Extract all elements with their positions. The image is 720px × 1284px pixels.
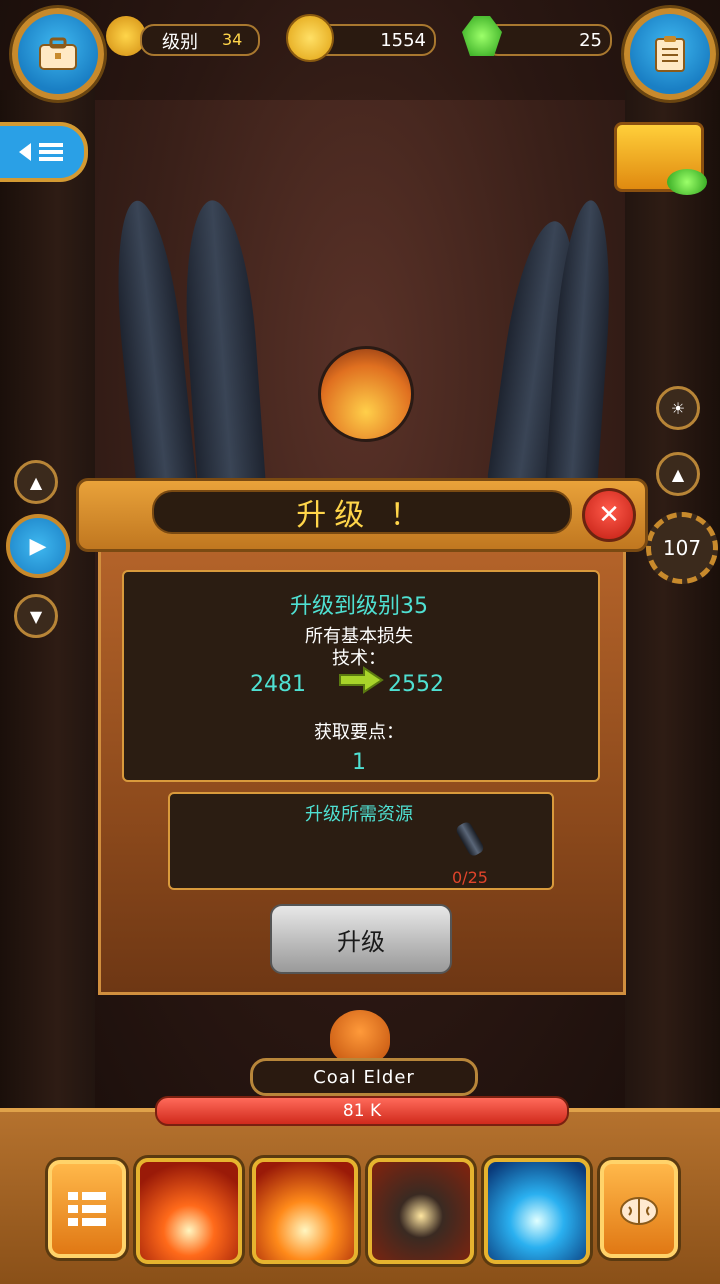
right-up-button[interactable]: ▲ <box>656 452 700 496</box>
skill-fire-beam[interactable] <box>136 1158 242 1264</box>
dialog-title: 升级 ！ <box>296 498 428 533</box>
clipboard-icon <box>655 36 685 72</box>
briefcase-button[interactable] <box>12 8 104 100</box>
boss-name-plate: Coal Elder <box>250 1058 478 1096</box>
close-button[interactable]: ✕ <box>582 488 636 542</box>
brain-button[interactable] <box>600 1160 678 1258</box>
quest-list-button[interactable] <box>624 8 716 100</box>
points-value: 1 <box>352 750 366 775</box>
depth-counter: 107 <box>646 512 718 584</box>
play-button[interactable]: ▶ <box>6 514 70 578</box>
boss-hp-value: 81 K <box>342 1101 382 1121</box>
close-icon: ✕ <box>598 500 620 530</box>
points-label: 获取要点： <box>314 722 404 743</box>
chevron-up-icon: ▲ <box>29 472 43 492</box>
gold-coin-icon <box>286 14 334 62</box>
chevron-down-icon: ▼ <box>29 606 43 626</box>
chevron-up-icon: ▲ <box>671 464 685 484</box>
skill-flame-burst[interactable] <box>252 1158 358 1264</box>
stat-new-value: 2552 <box>388 672 444 697</box>
floor-down-button[interactable]: ▼ <box>14 594 58 638</box>
treasure-chest-button[interactable] <box>614 122 707 195</box>
resources-label: 升级所需资源 <box>305 804 413 825</box>
upgrade-button[interactable]: 升级 <box>270 904 452 974</box>
sun-icon: ☀ <box>670 398 686 418</box>
skill-bomb-blast[interactable] <box>368 1158 474 1264</box>
stat-old-value: 2481 <box>250 672 306 697</box>
list-icon <box>68 1192 106 1226</box>
green-gem-icon <box>462 16 502 56</box>
briefcase-icon <box>39 37 77 70</box>
skill-ice-shard[interactable] <box>484 1158 590 1264</box>
floor-up-button[interactable]: ▲ <box>14 460 58 504</box>
boss-hp-bar: 81 K <box>155 1096 569 1126</box>
boss-name: Coal Elder <box>313 1066 415 1088</box>
level-label: 级别 <box>162 32 198 53</box>
gem-pile-icon <box>667 169 707 195</box>
cave-wall-right <box>625 90 720 1110</box>
brain-icon <box>620 1197 658 1225</box>
play-icon: ▶ <box>29 533 47 559</box>
resource-count: 0/25 <box>452 868 488 887</box>
level-value: 34 <box>222 30 243 49</box>
side-menu-toggle[interactable] <box>0 122 88 182</box>
gold-value: 1554 <box>380 30 426 51</box>
boss-eye-orb <box>318 346 414 442</box>
brightness-button[interactable]: ☀ <box>656 386 700 430</box>
skull-emblem-icon <box>330 1010 390 1064</box>
gem-value: 25 <box>579 30 602 51</box>
dialog-title-bar: 升级 ！ <box>152 490 572 534</box>
back-menu-icon <box>19 143 63 161</box>
upgrade-target-level: 升级到级别35 <box>290 594 428 619</box>
arrow-right-icon <box>339 666 384 694</box>
menu-list-button[interactable] <box>48 1160 126 1258</box>
